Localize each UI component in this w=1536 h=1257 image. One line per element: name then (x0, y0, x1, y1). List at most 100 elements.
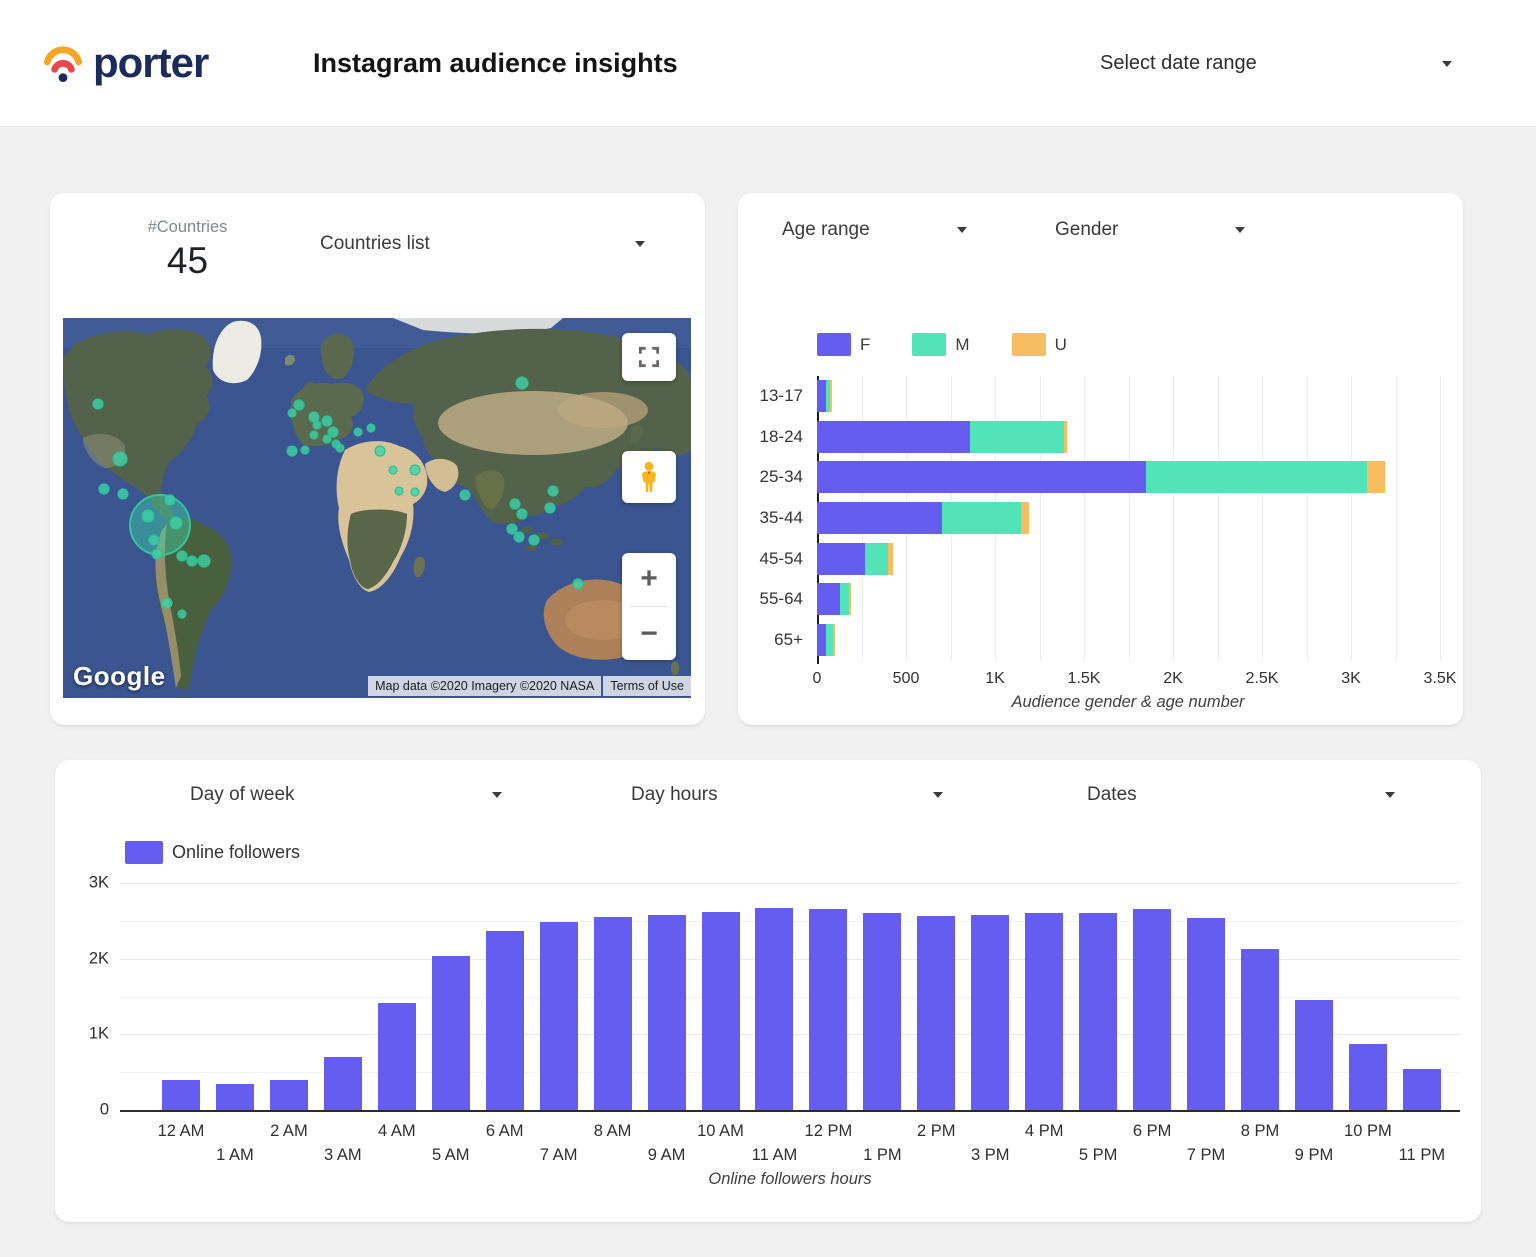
age-range-dropdown[interactable]: Age range (782, 219, 967, 241)
bar-8am[interactable] (593, 917, 632, 1110)
bar-segment-f-55-64[interactable] (817, 583, 841, 616)
map-marker[interactable] (516, 508, 528, 520)
world-map[interactable]: + − Google Map data ©2020 Imagery ©2020 … (63, 318, 691, 698)
fullscreen-button[interactable] (622, 333, 676, 381)
bar-4pm[interactable] (1025, 912, 1064, 1110)
map-marker[interactable] (112, 451, 128, 467)
zoom-out-button[interactable]: − (622, 608, 676, 660)
bar-segment-f-25-34[interactable] (817, 461, 1147, 494)
map-marker[interactable] (394, 486, 404, 496)
bar-7pm[interactable] (1187, 917, 1226, 1110)
map-marker[interactable] (321, 415, 333, 427)
dates-dropdown[interactable]: Dates (1087, 784, 1395, 806)
map-marker[interactable] (544, 502, 556, 514)
map-marker[interactable] (513, 531, 525, 543)
bar-11pm[interactable] (1402, 1069, 1441, 1110)
zoom-in-button[interactable]: + (622, 553, 676, 605)
map-marker[interactable] (176, 550, 188, 562)
map-marker[interactable] (309, 430, 319, 440)
bar-segment-u-65+[interactable] (833, 623, 836, 656)
map-marker[interactable] (117, 488, 129, 500)
bar-1pm[interactable] (863, 912, 902, 1110)
bar-segment-m-55-64[interactable] (840, 583, 850, 616)
map-marker[interactable] (409, 464, 421, 476)
legend-swatch (125, 841, 163, 864)
pegman-button[interactable] (622, 451, 676, 503)
bar-10am[interactable] (701, 911, 740, 1110)
map-marker[interactable] (374, 445, 386, 457)
bar-segment-m-35-44[interactable] (941, 502, 1021, 534)
bar-segment-f-18-24[interactable] (817, 420, 971, 453)
countries-list-dropdown[interactable]: Countries list (320, 233, 645, 255)
day-of-week-dropdown[interactable]: Day of week (190, 784, 502, 806)
bar-segment-f-65+[interactable] (817, 623, 826, 656)
bar-9pm[interactable] (1294, 1000, 1333, 1110)
bar-segment-m-18-24[interactable] (970, 420, 1065, 453)
map-marker[interactable] (293, 399, 305, 411)
bar-segment-m-25-34[interactable] (1146, 461, 1368, 494)
bar-segment-f-35-44[interactable] (817, 502, 942, 534)
map-marker[interactable] (148, 534, 160, 546)
bar-12am[interactable] (162, 1079, 200, 1110)
google-logo[interactable]: Google (73, 661, 166, 692)
date-range-selector[interactable]: Select date range (1100, 52, 1452, 75)
map-marker[interactable] (410, 487, 420, 497)
terms-of-use-link[interactable]: Terms of Use (603, 676, 691, 696)
bar-segment-u-45-54[interactable] (888, 542, 893, 575)
map-marker[interactable] (459, 489, 471, 501)
bar-5am[interactable] (431, 956, 470, 1110)
map-marker[interactable] (186, 555, 198, 567)
map-marker[interactable] (547, 485, 559, 497)
bar-3am[interactable] (323, 1057, 362, 1110)
map-marker[interactable] (300, 445, 310, 455)
map-marker[interactable] (388, 465, 398, 475)
bar-1am[interactable] (215, 1083, 254, 1110)
bar-3pm[interactable] (971, 914, 1010, 1110)
map-marker[interactable] (353, 427, 363, 437)
map-marker[interactable] (197, 554, 211, 568)
bar-2am[interactable] (269, 1079, 308, 1110)
bar-7am[interactable] (539, 921, 578, 1110)
bar-segment-m-45-54[interactable] (865, 542, 889, 575)
map-marker[interactable] (169, 516, 183, 530)
day-hours-dropdown[interactable]: Day hours (631, 784, 943, 806)
bar-11am[interactable] (755, 907, 794, 1110)
bar-6am[interactable] (485, 931, 524, 1110)
bar-12pm[interactable] (809, 909, 848, 1110)
map-marker[interactable] (141, 509, 155, 523)
map-marker[interactable] (287, 408, 297, 418)
bar-segment-u-18-24[interactable] (1064, 420, 1068, 453)
gender-dropdown[interactable]: Gender (1055, 219, 1245, 241)
map-marker[interactable] (161, 597, 173, 609)
map-marker[interactable] (177, 609, 187, 619)
bar-segment-u-55-64[interactable] (849, 583, 852, 616)
bar-segment-u-25-34[interactable] (1367, 461, 1385, 494)
bar-segment-m-65+[interactable] (825, 623, 833, 656)
map-marker[interactable] (335, 443, 345, 453)
map-marker[interactable] (286, 445, 298, 457)
bar-segment-u-13-17[interactable] (830, 380, 833, 413)
bar-8pm[interactable] (1241, 948, 1279, 1110)
bar-segment-f-45-54[interactable] (817, 542, 866, 575)
map-marker[interactable] (572, 578, 584, 590)
map-marker[interactable] (509, 498, 521, 510)
map-marker[interactable] (366, 423, 376, 433)
bar-9am[interactable] (647, 914, 686, 1110)
bar-4am[interactable] (377, 1003, 416, 1110)
bar-2pm[interactable] (917, 916, 956, 1110)
map-marker[interactable] (92, 398, 104, 410)
bar-segment-u-35-44[interactable] (1020, 502, 1029, 534)
map-marker[interactable] (506, 523, 518, 535)
map-marker[interactable] (312, 420, 322, 430)
bar-5pm[interactable] (1079, 912, 1118, 1110)
bar-6pm[interactable] (1133, 909, 1172, 1110)
map-marker[interactable] (151, 548, 163, 560)
bar-10pm[interactable] (1348, 1044, 1387, 1110)
map-marker[interactable] (98, 483, 110, 495)
age-tick-label: 13-17 (759, 386, 803, 406)
bar-segment-f-13-17[interactable] (817, 380, 826, 413)
map-marker[interactable] (322, 434, 332, 444)
map-marker[interactable] (528, 534, 540, 546)
map-marker[interactable] (515, 376, 529, 390)
map-marker[interactable] (164, 494, 176, 506)
